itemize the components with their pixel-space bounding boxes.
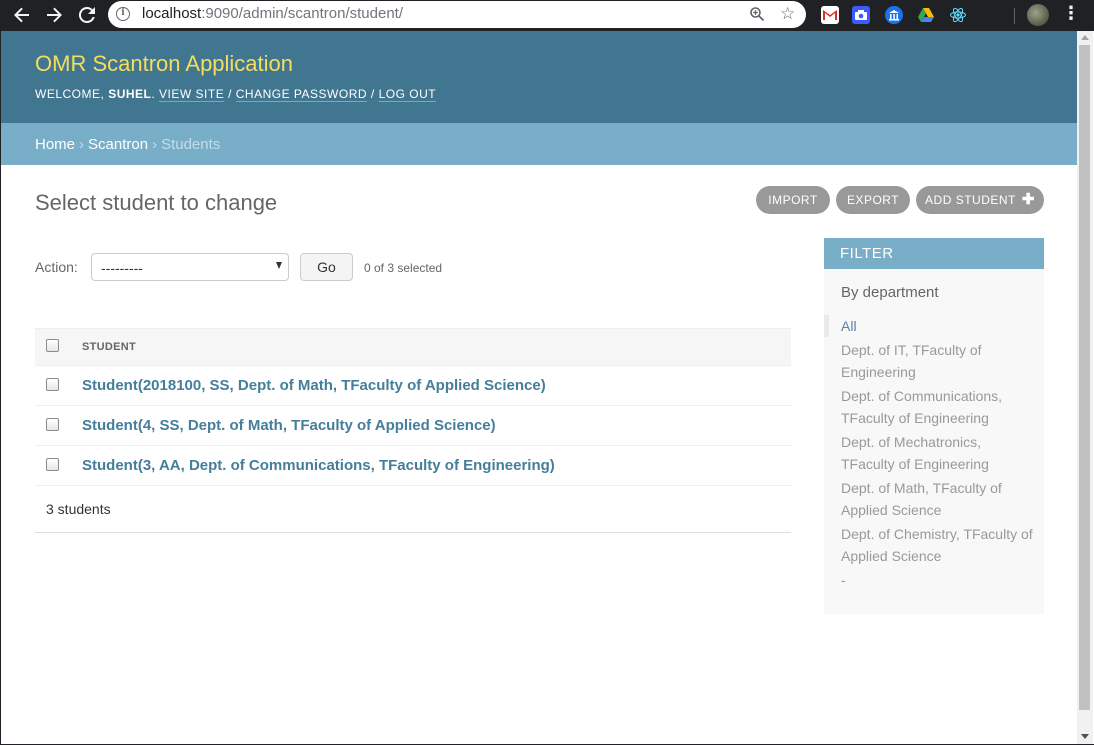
scroll-down-arrow-icon[interactable] xyxy=(1081,734,1089,739)
results-table: Student Student(2018100, SS, Dept. of Ma… xyxy=(35,328,791,533)
filter-item-all[interactable]: All xyxy=(824,315,1037,337)
url-host: localhost xyxy=(142,5,202,22)
student-link[interactable]: Student(2018100, SS, Dept. of Math, TFac… xyxy=(82,377,546,394)
forward-arrow-icon[interactable] xyxy=(42,3,66,27)
student-link[interactable]: Student(3, AA, Dept. of Communications, … xyxy=(82,457,555,474)
view-site-link[interactable]: View site xyxy=(159,87,225,102)
user-tools-separator: / xyxy=(370,87,375,101)
filter-item-math[interactable]: Dept. of Math, TFaculty of Applied Scien… xyxy=(841,477,1037,521)
breadcrumb: Home › Scantron › Students xyxy=(1,123,1077,165)
breadcrumb-app-link[interactable]: Scantron xyxy=(88,136,148,153)
go-button[interactable]: Go xyxy=(300,253,353,281)
user-tools: Welcome, Suhel. View site / Change passw… xyxy=(35,87,437,102)
site-branding[interactable]: OMR Scantron Application xyxy=(35,51,293,77)
table-row: Student(2018100, SS, Dept. of Math, TFac… xyxy=(35,366,791,406)
scrollbar-thumb[interactable] xyxy=(1079,45,1090,710)
result-count: 3 students xyxy=(46,501,111,517)
dropdown-caret-icon xyxy=(276,262,282,269)
back-arrow-icon[interactable] xyxy=(10,3,34,27)
react-devtools-icon[interactable] xyxy=(949,6,967,24)
breadcrumb-home-link[interactable]: Home xyxy=(35,136,75,153)
filter-panel: Filter By department All Dept. of IT, TF… xyxy=(824,238,1044,614)
row-checkbox[interactable] xyxy=(46,458,59,471)
actions-bar: Action: --------- Go 0 of 3 selected xyxy=(35,251,791,283)
reload-icon[interactable] xyxy=(75,3,99,27)
filter-list: All Dept. of IT, TFaculty of Engineering… xyxy=(824,315,1037,593)
filter-item-communications[interactable]: Dept. of Communications, TFaculty of Eng… xyxy=(841,385,1037,429)
address-bar[interactable]: i localhost:9090/admin/scantron/student/… xyxy=(108,1,806,28)
table-row: Student(4, SS, Dept. of Math, TFaculty o… xyxy=(35,406,791,446)
add-student-button[interactable]: Add student ✚ xyxy=(916,186,1044,214)
browser-toolbar: i localhost:9090/admin/scantron/student/… xyxy=(0,0,1094,31)
welcome-text: Welcome, xyxy=(35,87,105,101)
gmail-extension-icon[interactable] xyxy=(821,6,839,24)
plus-icon: ✚ xyxy=(1021,191,1035,208)
bank-extension-icon[interactable] xyxy=(885,6,903,24)
camera-extension-icon[interactable] xyxy=(852,6,870,24)
site-header: OMR Scantron Application Welcome, Suhel.… xyxy=(1,31,1077,123)
change-password-link[interactable]: Change password xyxy=(235,87,368,102)
import-button[interactable]: Import xyxy=(756,186,830,214)
filter-item-mechatronics[interactable]: Dept. of Mechatronics, TFaculty of Engin… xyxy=(841,431,1037,475)
action-select-value: --------- xyxy=(101,260,143,276)
row-checkbox[interactable] xyxy=(46,378,59,391)
page-viewport: OMR Scantron Application Welcome, Suhel.… xyxy=(0,31,1094,745)
row-checkbox[interactable] xyxy=(46,418,59,431)
log-out-link[interactable]: Log out xyxy=(378,87,437,102)
url-text[interactable]: localhost:9090/admin/scantron/student/ xyxy=(142,5,403,22)
user-tools-separator: / xyxy=(228,87,232,101)
filter-title: Filter xyxy=(824,238,1044,269)
url-path: :9090/admin/scantron/student/ xyxy=(201,5,403,22)
column-header-student[interactable]: Student xyxy=(82,341,136,353)
browser-menu-icon[interactable]: ⋮ xyxy=(1062,3,1080,27)
action-label: Action: xyxy=(35,259,78,275)
main-content: Select student to change Import Export A… xyxy=(1,165,1077,744)
info-icon[interactable]: i xyxy=(116,7,130,21)
action-select[interactable]: --------- xyxy=(91,253,289,281)
add-student-label: Add student xyxy=(925,193,1016,207)
filter-item-empty[interactable]: - xyxy=(841,569,1037,591)
filter-item-it[interactable]: Dept. of IT, TFaculty of Engineering xyxy=(841,339,1037,383)
breadcrumb-separator: › xyxy=(152,136,158,153)
toolbar-divider xyxy=(1014,8,1015,24)
breadcrumb-separator: › xyxy=(79,136,85,153)
bookmark-star-icon[interactable]: ☆ xyxy=(780,3,795,25)
zoom-icon[interactable] xyxy=(749,6,765,22)
paginator: 3 students xyxy=(35,486,791,533)
table-header: Student xyxy=(35,328,791,366)
vertical-scrollbar[interactable] xyxy=(1077,31,1093,744)
scroll-up-arrow-icon[interactable] xyxy=(1081,35,1089,40)
select-all-checkbox[interactable] xyxy=(46,339,59,352)
username: Suhel xyxy=(108,87,152,101)
export-button[interactable]: Export xyxy=(836,186,910,214)
student-link[interactable]: Student(4, SS, Dept. of Math, TFaculty o… xyxy=(82,417,496,434)
breadcrumb-current: Students xyxy=(161,136,221,153)
filter-subtitle: By department xyxy=(841,284,939,301)
page-title: Select student to change xyxy=(35,190,278,215)
google-drive-icon[interactable] xyxy=(917,6,935,24)
table-row: Student(3, AA, Dept. of Communications, … xyxy=(35,446,791,486)
selection-counter: 0 of 3 selected xyxy=(364,261,443,275)
profile-avatar[interactable] xyxy=(1027,4,1049,26)
filter-item-chemistry[interactable]: Dept. of Chemistry, TFaculty of Applied … xyxy=(841,523,1037,567)
